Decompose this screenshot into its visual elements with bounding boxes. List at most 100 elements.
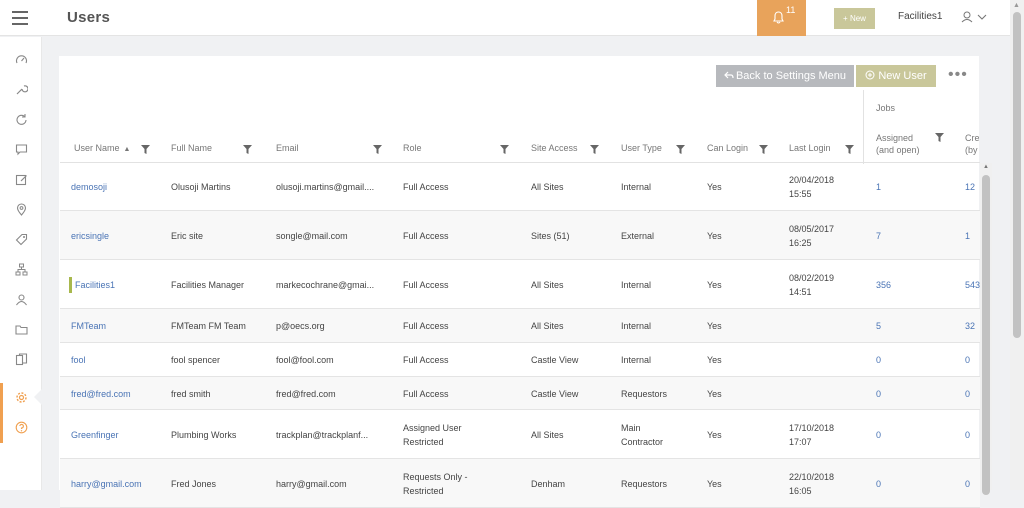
column-header-can-login[interactable]: Can Login <box>707 143 748 153</box>
cell-site: All Sites <box>531 182 564 192</box>
assigned-filter-icon[interactable] <box>935 133 944 142</box>
sitemap-icon <box>15 263 28 276</box>
username-filter-icon[interactable] <box>141 145 150 154</box>
sidebar-item-documents[interactable] <box>0 345 42 375</box>
table-row[interactable]: Facilities1 Facilities Manager markecochra… <box>60 260 980 309</box>
cell-type: Internal <box>621 321 652 331</box>
refresh-icon <box>16 114 27 125</box>
current-user-marker <box>69 276 72 293</box>
cell-last: 08/02/2019 14:51 <box>789 272 835 297</box>
column-header-fullname[interactable]: Full Name <box>171 143 212 153</box>
cell-login: Yes <box>707 478 722 489</box>
current-user-name[interactable]: Facilities1 <box>898 11 942 22</box>
cell-assigned[interactable]: 0 <box>876 353 881 367</box>
chat-icon <box>15 144 28 156</box>
cell-site: All Sites <box>531 321 564 331</box>
notifications-button[interactable]: 11 <box>757 0 806 36</box>
cell-username[interactable]: fool <box>71 353 86 367</box>
column-header-assigned[interactable]: Assigned (and open) <box>876 132 920 156</box>
cell-role: Full Access <box>403 279 449 290</box>
cell-created[interactable]: 0 <box>965 477 980 491</box>
new-button[interactable]: + New <box>834 8 875 29</box>
cell-assigned[interactable]: 0 <box>876 387 881 401</box>
cell-username[interactable]: harry@gmail.com <box>71 477 142 491</box>
sidebar-active-notch <box>34 388 43 406</box>
user-type-filter-icon[interactable] <box>676 145 685 154</box>
cell-username[interactable]: fred@fred.com <box>71 387 131 401</box>
cell-username[interactable]: Greenfinger <box>71 428 119 442</box>
sidebar-item-locations[interactable] <box>0 195 42 225</box>
cell-site: Castle View <box>531 355 579 365</box>
table-row[interactable]: demosoji Olusoji Martins olusoji.martins@g… <box>60 163 980 211</box>
last-login-filter-icon[interactable] <box>845 145 854 154</box>
table-row[interactable]: FMTeam FMTeam FM Team p@oecs.org Full Acces… <box>60 309 980 343</box>
cell-role: Full Access <box>403 388 449 399</box>
role-filter-icon[interactable] <box>500 145 509 154</box>
user-menu-icon[interactable] <box>961 11 989 23</box>
cell-email: fool@fool.com <box>276 355 334 365</box>
sidebar-item-maintenance[interactable] <box>0 75 42 105</box>
table-row[interactable]: ericsingle Eric site songle@mail.com Full A… <box>60 211 980 260</box>
cell-assigned[interactable]: 0 <box>876 428 881 442</box>
cell-created[interactable]: 32 <box>965 319 980 333</box>
sidebar-item-help[interactable] <box>0 413 42 443</box>
cell-fullname: Fred Jones <box>171 478 217 489</box>
cell-type: Internal <box>621 279 652 290</box>
jobs-column-divider <box>863 90 864 164</box>
cell-fullname: fool spencer <box>171 355 221 365</box>
cell-email: trackplan@trackplanf... <box>276 429 369 440</box>
menu-icon[interactable] <box>12 11 28 25</box>
table-row[interactable]: harry@gmail.com Fred Jones harry@gmail.com… <box>60 459 980 508</box>
created-header-line2: (by <box>965 145 978 155</box>
column-header-role[interactable]: Role <box>403 143 422 153</box>
cell-username[interactable]: FMTeam <box>71 319 106 333</box>
column-header-user-type[interactable]: User Type <box>621 143 662 153</box>
sidebar-item-folders[interactable] <box>0 315 42 345</box>
table-row[interactable]: fred@fred.com fred smith fred@fred.com Full… <box>60 377 980 410</box>
page-scroll-up-arrow[interactable]: ▲ <box>1013 2 1020 9</box>
cell-username[interactable]: ericsingle <box>71 229 109 243</box>
cell-created[interactable]: 0 <box>965 387 980 401</box>
sidebar-item-contacts[interactable] <box>0 285 42 315</box>
sidebar-item-hierarchy[interactable] <box>0 255 42 285</box>
sidebar-item-dashboard[interactable] <box>0 45 42 75</box>
back-to-settings-button[interactable]: Back to Settings Menu <box>716 65 854 87</box>
cell-assigned[interactable]: 7 <box>876 229 881 243</box>
can-login-filter-icon[interactable] <box>759 145 768 154</box>
cell-created[interactable]: 12 <box>965 180 980 194</box>
cell-created[interactable]: 0 <box>965 353 980 367</box>
column-header-site-access[interactable]: Site Access <box>531 143 578 153</box>
page-scroll-thumb[interactable] <box>1013 12 1021 338</box>
cell-username[interactable]: demosoji <box>71 180 107 194</box>
column-header-last-login[interactable]: Last Login <box>789 143 831 153</box>
sidebar-item-refresh[interactable] <box>0 105 42 135</box>
sidebar-item-edit[interactable] <box>0 165 42 195</box>
sidebar-item-assets[interactable] <box>0 225 42 255</box>
column-header-created[interactable]: Cre (by <box>965 132 979 156</box>
more-options-icon[interactable]: ••• <box>948 67 968 83</box>
new-user-button[interactable]: New User <box>856 65 936 87</box>
cell-assigned[interactable]: 356 <box>876 278 891 292</box>
cell-assigned[interactable]: 0 <box>876 477 881 491</box>
table-scroll-thumb[interactable] <box>982 175 990 495</box>
sidebar-item-messages[interactable] <box>0 135 42 165</box>
cell-type: Internal <box>621 182 652 192</box>
table-row[interactable]: fool fool spencer fool@fool.com Full Access… <box>60 343 980 377</box>
cell-site: Sites (51) <box>531 230 570 241</box>
column-header-email[interactable]: Email <box>276 143 299 153</box>
sort-icon[interactable]: ▲ <box>124 146 131 153</box>
cell-assigned[interactable]: 1 <box>876 180 881 194</box>
table-scrollbar[interactable]: ▲ <box>980 163 992 495</box>
fullname-filter-icon[interactable] <box>243 145 252 154</box>
cell-username[interactable]: Facilities1 <box>75 278 115 292</box>
site-access-filter-icon[interactable] <box>590 145 599 154</box>
cell-created[interactable]: 0 <box>965 428 980 442</box>
scroll-up-arrow[interactable]: ▲ <box>983 164 989 170</box>
cell-assigned[interactable]: 5 <box>876 319 881 333</box>
cell-site: Denham <box>531 478 566 489</box>
column-header-username[interactable]: User Name ▲ <box>74 143 130 153</box>
table-row[interactable]: Greenfinger Plumbing Works trackplan@track… <box>60 410 980 459</box>
cell-created[interactable]: 543 <box>965 278 980 292</box>
email-filter-icon[interactable] <box>373 145 382 154</box>
cell-created[interactable]: 1 <box>965 229 980 243</box>
